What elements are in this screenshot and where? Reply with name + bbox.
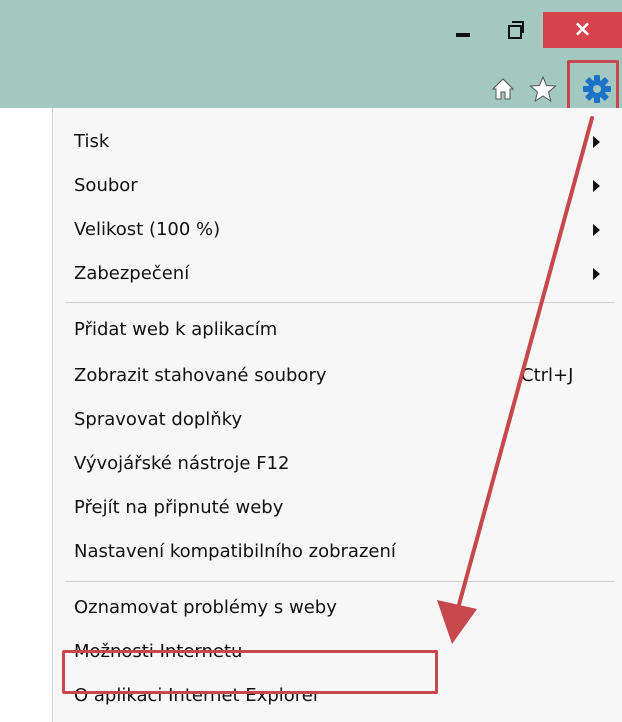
arrow-head-icon [437,600,477,644]
annotation-arrow [437,116,594,644]
